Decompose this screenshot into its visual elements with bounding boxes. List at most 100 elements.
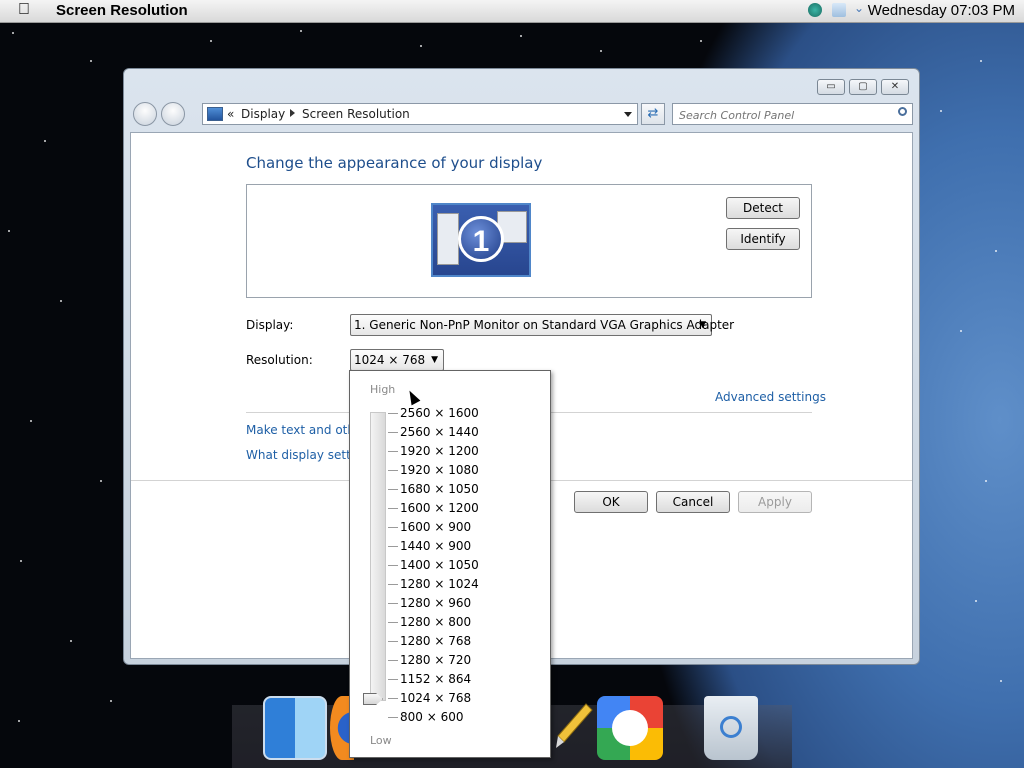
address-prefix: «: [227, 107, 235, 121]
star: [18, 720, 20, 722]
star: [1000, 680, 1002, 682]
search-box[interactable]: [672, 103, 913, 125]
star: [300, 30, 302, 32]
recycle-bin-icon[interactable]: [704, 696, 758, 760]
slider-low-label: Low: [370, 734, 392, 747]
apply-button[interactable]: Apply: [738, 491, 812, 513]
breadcrumb-screen-resolution[interactable]: Screen Resolution: [302, 107, 410, 121]
star: [210, 40, 212, 42]
resolution-dropdown: High 2560 × 1600 2560 × 1440 1920 × 1200 19…: [349, 370, 551, 758]
detect-button[interactable]: Detect: [726, 197, 800, 219]
monitor-thumbnail[interactable]: 1: [431, 203, 531, 277]
control-panel-icon: [207, 107, 223, 121]
star: [420, 45, 422, 47]
slider-tick: [388, 584, 398, 585]
star: [960, 330, 962, 332]
folder-tray-icon[interactable]: [832, 3, 846, 17]
slider-tick: [388, 546, 398, 547]
back-button[interactable]: [133, 102, 157, 126]
resolution-option[interactable]: 1024 × 768: [400, 691, 471, 705]
slider-tick: [388, 413, 398, 414]
maximize-button[interactable]: ▢: [849, 79, 877, 95]
network-icon[interactable]: [808, 3, 822, 17]
ok-button[interactable]: OK: [574, 491, 648, 513]
apple-icon[interactable]: : [18, 1, 30, 19]
text-size-link[interactable]: Make text and other items larger or smal…: [246, 423, 356, 437]
cancel-button[interactable]: Cancel: [656, 491, 730, 513]
display-select[interactable]: 1. Generic Non-PnP Monitor on Standard V…: [350, 314, 734, 336]
thumbnail-window-left: [437, 213, 459, 265]
resolution-option[interactable]: 2560 × 1600: [400, 406, 479, 420]
star: [995, 250, 997, 252]
slider-tick: [388, 717, 398, 718]
resolution-option[interactable]: 1280 × 960: [400, 596, 471, 610]
slider-tick: [388, 470, 398, 471]
app-title: Screen Resolution: [56, 2, 188, 19]
resolution-slider-track[interactable]: [370, 412, 386, 701]
resolution-select-value: 1024 × 768: [354, 353, 426, 367]
star: [980, 60, 982, 62]
resolution-option[interactable]: 1600 × 1200: [400, 501, 479, 515]
slider-tick: [388, 565, 398, 566]
forward-button[interactable]: [161, 102, 185, 126]
breadcrumb-display[interactable]: Display: [241, 107, 285, 121]
slider-tick: [388, 451, 398, 452]
chevron-down-icon[interactable]: ⌄: [854, 1, 864, 15]
resolution-option[interactable]: 1920 × 1200: [400, 444, 479, 458]
chevron-down-icon: ▼: [699, 320, 706, 330]
address-bar[interactable]: « Display Screen Resolution: [202, 103, 638, 125]
star: [520, 35, 522, 37]
refresh-button[interactable]: ⇄: [641, 103, 665, 125]
display-settings-help-link[interactable]: What display settings should I choose?: [246, 448, 356, 462]
slider-tick: [388, 508, 398, 509]
resolution-option[interactable]: 1152 × 864: [400, 672, 471, 686]
star: [940, 110, 942, 112]
page-title: Change the appearance of your display: [246, 154, 543, 172]
star: [700, 40, 702, 42]
chevron-down-icon: ▼: [431, 355, 438, 365]
resolution-option[interactable]: 1280 × 720: [400, 653, 471, 667]
star: [70, 640, 72, 642]
resolution-label: Resolution:: [246, 353, 313, 367]
menu-bar:  Screen Resolution ⌄ Wednesday 07:03 PM: [0, 0, 1024, 23]
search-input[interactable]: [677, 106, 891, 124]
resolution-option[interactable]: 1280 × 768: [400, 634, 471, 648]
finder-icon[interactable]: [263, 696, 327, 760]
minimize-button[interactable]: ▭: [817, 79, 845, 95]
resolution-option[interactable]: 2560 × 1440: [400, 425, 479, 439]
tool-icon[interactable]: [556, 696, 596, 760]
google-icon[interactable]: [597, 696, 663, 760]
resolution-option[interactable]: 1280 × 1024: [400, 577, 479, 591]
slider-tick: [388, 641, 398, 642]
slider-tick: [388, 603, 398, 604]
resolution-option[interactable]: 1600 × 900: [400, 520, 471, 534]
breadcrumb-separator-icon: [290, 109, 295, 117]
menubar-clock[interactable]: Wednesday 07:03 PM: [868, 2, 1015, 19]
search-icon[interactable]: [898, 107, 907, 116]
resolution-select[interactable]: 1024 × 768 ▼: [350, 349, 444, 371]
system-tray: ⌄: [808, 1, 868, 19]
slider-tick: [388, 527, 398, 528]
identify-button[interactable]: Identify: [726, 228, 800, 250]
star: [20, 560, 22, 562]
resolution-option[interactable]: 800 × 600: [400, 710, 464, 724]
star: [44, 140, 46, 142]
resolution-option[interactable]: 1400 × 1050: [400, 558, 479, 572]
star: [110, 700, 112, 702]
star: [30, 420, 32, 422]
star: [90, 60, 92, 62]
resolution-option[interactable]: 1680 × 1050: [400, 482, 479, 496]
slider-tick: [388, 622, 398, 623]
star: [60, 300, 62, 302]
slider-tick: [388, 698, 398, 699]
address-dropdown-icon[interactable]: [624, 112, 632, 117]
slider-tick: [388, 489, 398, 490]
resolution-option[interactable]: 1920 × 1080: [400, 463, 479, 477]
advanced-settings-link[interactable]: Advanced settings: [715, 390, 826, 404]
monitor-preview-area: 1 Detect Identify: [246, 184, 812, 298]
close-button[interactable]: ✕: [881, 79, 909, 95]
star: [985, 480, 987, 482]
resolution-option[interactable]: 1280 × 800: [400, 615, 471, 629]
display-select-value: 1. Generic Non-PnP Monitor on Standard V…: [354, 318, 735, 332]
resolution-option[interactable]: 1440 × 900: [400, 539, 471, 553]
